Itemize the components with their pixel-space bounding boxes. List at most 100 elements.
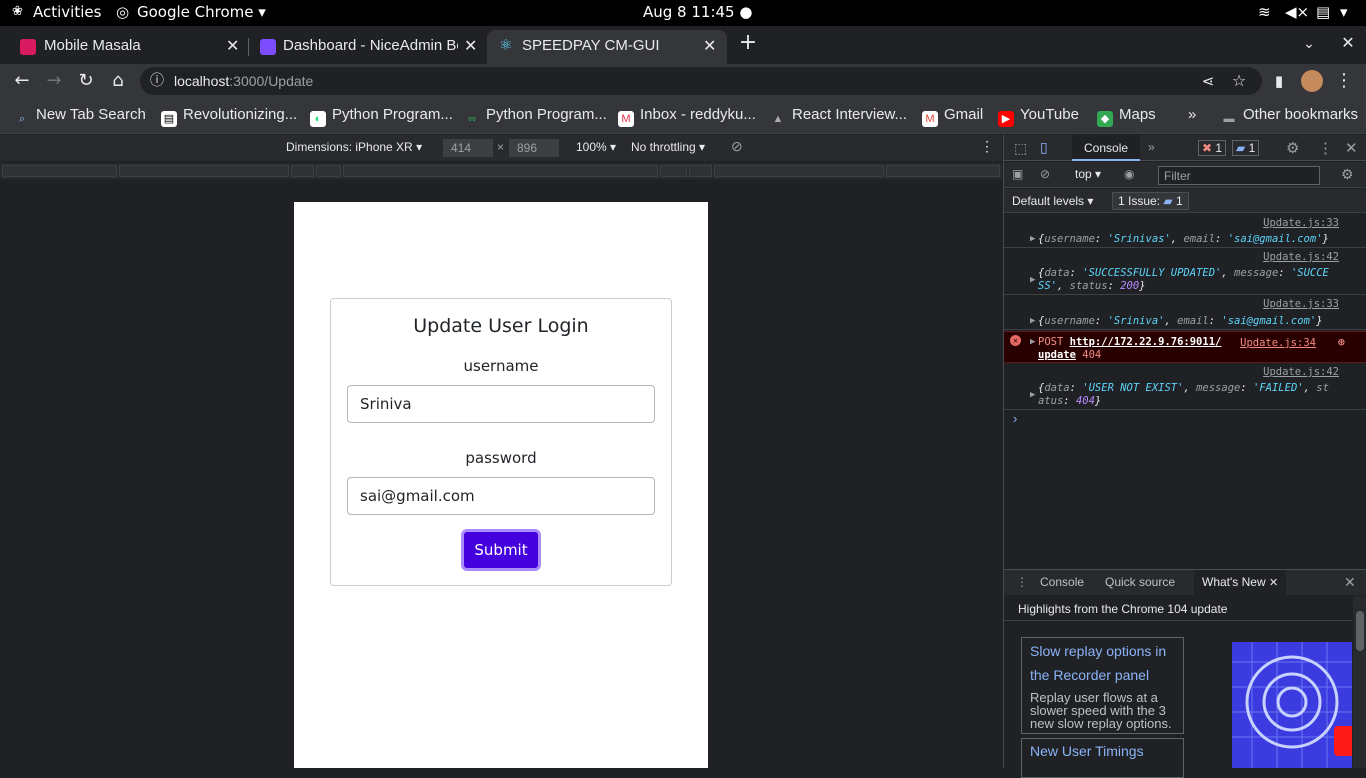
- share-icon[interactable]: ⋖: [1197, 70, 1219, 92]
- log-object[interactable]: {username: 'Srinivas', email: 'sai@gmail…: [1038, 233, 1329, 246]
- bookmark-item[interactable]: ∞ Python Program...: [464, 106, 607, 127]
- feature-card[interactable]: New User Timings: [1021, 738, 1184, 778]
- feature-title[interactable]: Slow replay options in the Recorder pane…: [1022, 638, 1183, 687]
- bookmark-maps[interactable]: ◆ Maps: [1097, 106, 1156, 127]
- log-object[interactable]: {data: 'USER NOT EXIST', message: 'FAILE…: [1038, 382, 1329, 408]
- request-url-link[interactable]: http://172.22.9.76:9011/: [1070, 336, 1222, 348]
- scrollbar[interactable]: [1353, 596, 1366, 768]
- submit-button[interactable]: Submit: [461, 529, 541, 571]
- status-code: 404: [1082, 349, 1102, 361]
- tab-console[interactable]: Console: [1072, 135, 1141, 161]
- log-object[interactable]: {username: 'Sriniva', email: 'sai@gmail.…: [1038, 315, 1323, 328]
- zoom-dropdown[interactable]: 100% ▾: [576, 140, 616, 154]
- device-width-input[interactable]: 414: [443, 139, 493, 157]
- more-options-icon[interactable]: ⋮: [980, 138, 994, 155]
- system-top-bar: ❀ Activities ◎ Google Chrome ▾ Aug 8 11:…: [0, 0, 1366, 26]
- bookmark-star-icon[interactable]: ☆: [1228, 70, 1250, 92]
- message-counter[interactable]: ▰ 1: [1232, 140, 1260, 156]
- drawer-tab-quick-source[interactable]: Quick source: [1105, 575, 1175, 589]
- back-arrow-icon[interactable]: ←: [11, 70, 33, 92]
- device-dimensions-dropdown[interactable]: Dimensions: iPhone XR ▾: [286, 140, 422, 154]
- more-tabs-icon[interactable]: »: [1148, 140, 1155, 154]
- bookmark-item[interactable]: ◐ Python Program...: [310, 106, 453, 127]
- tab-dashboard-niceadmin[interactable]: Dashboard - NiceAdmin Bo ✕: [250, 30, 486, 64]
- close-devtools-icon[interactable]: ✕: [1345, 139, 1358, 157]
- source-link[interactable]: Update.js:34: [1240, 337, 1316, 349]
- close-drawer-icon[interactable]: ✕: [1344, 574, 1356, 591]
- device-height-input[interactable]: 896: [509, 139, 559, 157]
- source-link[interactable]: Update.js:42: [1263, 251, 1339, 263]
- omnibox[interactable]: ⓘ localhost:3000/Update ⋖ ☆: [140, 67, 1262, 95]
- forward-arrow-icon[interactable]: →: [43, 70, 65, 92]
- sidebar-toggle-icon[interactable]: ▣: [1012, 167, 1023, 181]
- tab-search-chevron-icon[interactable]: ⌄: [1298, 33, 1320, 55]
- network-request-icon[interactable]: ⊛: [1338, 335, 1345, 349]
- console-prompt-chevron-icon[interactable]: ›: [1013, 411, 1017, 426]
- request-url-link-cont[interactable]: update: [1038, 349, 1076, 361]
- device-toggle-icon[interactable]: ▯: [1040, 139, 1048, 156]
- feature-description: Replay user flows at a slower speed with…: [1030, 690, 1172, 731]
- other-bookmarks[interactable]: ▬ Other bookmarks: [1221, 106, 1359, 127]
- inspect-element-icon[interactable]: ⬚: [1014, 140, 1027, 157]
- clock[interactable]: Aug 8 11:45 ●: [643, 3, 752, 21]
- side-panel-icon[interactable]: ▮: [1268, 70, 1290, 92]
- default-levels-dropdown[interactable]: Default levels ▾: [1012, 194, 1093, 208]
- tab-speedpay-cm-gui[interactable]: ⚛ SPEEDPAY CM-GUI ✕: [487, 30, 727, 64]
- profile-avatar[interactable]: [1301, 70, 1323, 92]
- close-tab-icon[interactable]: ✕: [226, 36, 239, 56]
- update-login-card: Update User Login username Sriniva passw…: [330, 298, 672, 586]
- issues-button[interactable]: 1 Issue: ▰ 1: [1112, 192, 1189, 210]
- error-counter[interactable]: ✖ 1: [1198, 140, 1227, 156]
- throttling-dropdown[interactable]: No throttling ▾: [631, 140, 705, 154]
- username-input[interactable]: Sriniva: [347, 385, 655, 423]
- drawer-tab-console[interactable]: Console: [1040, 575, 1084, 589]
- log-object[interactable]: {data: 'SUCCESSFULLY UPDATED', message: …: [1038, 267, 1329, 293]
- clear-console-icon[interactable]: ⊘: [1040, 167, 1050, 181]
- source-link[interactable]: Update.js:33: [1263, 217, 1339, 229]
- reload-icon[interactable]: ↻: [75, 70, 97, 92]
- activities-button[interactable]: Activities: [33, 3, 101, 21]
- bookmark-gmail[interactable]: M Gmail: [922, 106, 983, 127]
- bookmark-item[interactable]: M Inbox - reddyku...: [618, 106, 756, 127]
- tab-strip: Mobile Masala ✕ Dashboard - NiceAdmin Bo…: [0, 26, 1366, 64]
- source-link[interactable]: Update.js:42: [1263, 366, 1339, 378]
- more-bookmarks-chevron-icon[interactable]: »: [1188, 106, 1196, 123]
- home-icon[interactable]: ⌂: [107, 70, 129, 92]
- drawer-tab-whats-new[interactable]: What's New ✕: [1194, 570, 1287, 595]
- expand-triangle-icon[interactable]: ▶: [1030, 316, 1035, 326]
- close-tab-icon[interactable]: ✕: [464, 36, 477, 56]
- new-tab-plus-icon[interactable]: +: [737, 32, 759, 54]
- app-menu[interactable]: Google Chrome ▾: [137, 3, 266, 21]
- expand-triangle-icon[interactable]: ▶: [1030, 390, 1035, 400]
- recorder-feature-illustration: [1232, 642, 1352, 768]
- filter-input[interactable]: Filter: [1158, 166, 1320, 185]
- close-tab-icon[interactable]: ✕: [703, 36, 716, 56]
- live-expression-eye-icon[interactable]: ◉: [1124, 167, 1134, 181]
- expand-triangle-icon[interactable]: ▶: [1030, 337, 1035, 347]
- system-menu-chevron-icon[interactable]: ▾: [1340, 3, 1348, 21]
- bookmark-item[interactable]: ⌕ New Tab Search: [14, 106, 146, 127]
- source-link[interactable]: Update.js:33: [1263, 298, 1339, 310]
- info-icon[interactable]: ⓘ: [146, 70, 168, 92]
- url-text[interactable]: localhost:3000/Update: [174, 73, 313, 89]
- rotate-icon[interactable]: ⊘: [731, 138, 743, 155]
- site-favicon-icon: ◐: [310, 111, 326, 127]
- expand-triangle-icon[interactable]: ▶: [1030, 275, 1035, 285]
- window-close-icon[interactable]: ✕: [1337, 32, 1359, 54]
- close-tab-icon[interactable]: ✕: [1269, 577, 1278, 589]
- dimension-times-label: ×: [497, 140, 505, 154]
- password-input[interactable]: sai@gmail.com: [347, 477, 655, 515]
- devtools-menu-icon[interactable]: ⋮: [1318, 139, 1333, 157]
- bookmark-item[interactable]: ▤ Revolutionizing...: [161, 106, 297, 127]
- settings-gear-icon[interactable]: ⚙: [1286, 139, 1299, 157]
- drawer-menu-icon[interactable]: ⋮: [1016, 575, 1028, 589]
- feature-title[interactable]: New User Timings: [1022, 739, 1183, 763]
- context-dropdown[interactable]: top ▾: [1075, 167, 1101, 181]
- tab-mobile-masala[interactable]: Mobile Masala ✕: [0, 30, 248, 64]
- bookmark-youtube[interactable]: ▶ YouTube: [998, 106, 1079, 127]
- bookmark-item[interactable]: ▲ React Interview...: [770, 106, 908, 127]
- feature-card[interactable]: Slow replay options in the Recorder pane…: [1021, 637, 1184, 734]
- chrome-menu-icon[interactable]: ⋮: [1333, 70, 1355, 92]
- console-settings-icon[interactable]: ⚙: [1341, 166, 1354, 183]
- expand-triangle-icon[interactable]: ▶: [1030, 234, 1035, 244]
